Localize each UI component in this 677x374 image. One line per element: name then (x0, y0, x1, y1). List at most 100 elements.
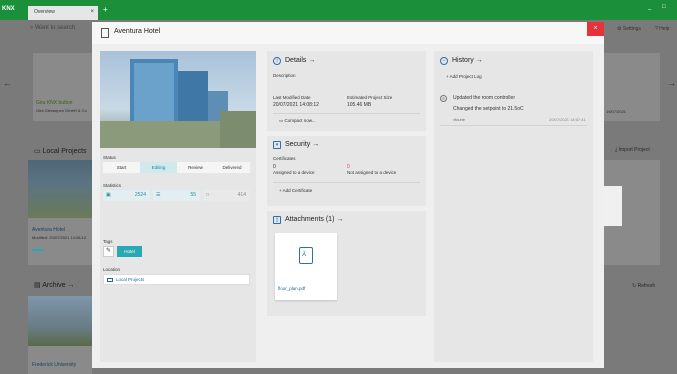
import-project-label: Import Project (618, 147, 650, 153)
title-bar: KNX Overview × + _ □ (0, 0, 677, 20)
refresh-label: Refresh (637, 283, 656, 289)
recent-card-right[interactable]: 19/07/2021 (604, 53, 660, 121)
folder-icon (107, 278, 113, 282)
details-title[interactable]: Details → (285, 57, 315, 64)
stat-other-value: 414 (237, 192, 246, 198)
statistics-row: ▣ 2524 ☰ 55 □ 414 (103, 190, 250, 201)
pdf-icon: ⅄ (299, 247, 313, 264)
local-projects-label: Local Projects (42, 148, 87, 155)
recent-card[interactable]: Gira KNX button Gira Giersiepen GmbH & C… (33, 53, 93, 121)
refresh-button[interactable]: ↻ Refresh (632, 283, 655, 289)
certificates-label: Certificates (273, 156, 296, 161)
device-icon: ▣ (106, 192, 111, 198)
location-label: Location (103, 267, 121, 272)
edit-tags-pencil-icon[interactable]: ✎ (103, 246, 114, 257)
project-thumbnail (28, 160, 92, 218)
project-card-right[interactable] (604, 160, 660, 265)
archive-card-title: Frederick University (32, 362, 77, 368)
tab-close-icon[interactable]: × (90, 9, 94, 15)
project-hero-image (100, 51, 256, 148)
project-card-accent (32, 249, 44, 251)
stat-devices: ▣ 2524 (103, 190, 150, 201)
attachments-panel: ▯ Attachments (1) → ⅄ floor_plan.pdf (267, 211, 426, 316)
project-card-sub: Modified: 20/07/2021 14:08:12 (32, 235, 87, 240)
maximize-button[interactable]: □ (662, 4, 666, 10)
settings-button[interactable]: ⚙ Settings (617, 26, 641, 32)
last-modified-value: 20/07/2021 14:08:12 (273, 102, 319, 108)
archive-label: Archive → (42, 282, 75, 289)
new-tab-button[interactable]: + (103, 6, 108, 14)
stage-editing[interactable]: Editing (140, 162, 177, 173)
add-certificate-button[interactable]: + Add Certificate (279, 188, 312, 193)
stat-group-addresses: ☰ 55 (153, 190, 200, 201)
settings-label: Settings (622, 26, 641, 32)
archive-card[interactable]: Frederick University (28, 296, 92, 374)
history-entry-date: 20/07/2021 14:07:41 (549, 117, 586, 122)
project-detail-dialog: Aventura Hotel × Status Start Editing Re… (92, 22, 604, 368)
project-size-label: Estimated Project Size (347, 95, 393, 100)
status-label: Status (103, 155, 116, 160)
last-modified-label: Last Modified Date (273, 95, 311, 100)
location-field[interactable]: Local Projects (103, 274, 250, 285)
knx-logo: KNX (2, 6, 15, 12)
search-placeholder: Want to search (35, 25, 76, 31)
project-card-aventura[interactable]: Aventura Hotel Modified: 20/07/2021 14:0… (28, 160, 92, 265)
history-entry-text: Changed the setpoint to 21.5oC (453, 106, 524, 112)
project-card-title: Aventura Hotel (32, 227, 65, 233)
help-button[interactable]: ? Help (655, 26, 669, 32)
tags-label: Tags (103, 239, 113, 244)
stage-start[interactable]: Start (103, 162, 140, 173)
tab-label: Overview (34, 9, 55, 15)
not-assigned-label: Not assigned to a device (347, 170, 397, 175)
document-icon (101, 28, 109, 38)
description-label: Description (273, 73, 296, 78)
attachments-title[interactable]: Attachments (1) → (285, 216, 343, 223)
add-project-log-button[interactable]: + Add Project Log (446, 74, 482, 79)
details-panel: i Details → Description Last Modified Da… (267, 51, 426, 131)
project-size-value: 105.46 MB (347, 102, 372, 108)
history-divider (440, 125, 587, 126)
import-project-button[interactable]: ⤓ Import Project (615, 147, 650, 153)
stat-other: □ 414 (203, 190, 250, 201)
history-entry-title: Updated the room controller (453, 95, 515, 101)
recent-card-sub: Gira Giersiepen GmbH & Co (36, 108, 87, 113)
security-title[interactable]: Security → (285, 141, 319, 148)
history-panel: − History → + Add Project Log ≡ Updated … (434, 51, 593, 362)
archive-thumbnail (28, 296, 92, 346)
attachment-filename: floor_plan.pdf (278, 286, 306, 291)
history-entry-user: vfourie (453, 117, 466, 122)
list-icon: ☰ (156, 192, 161, 198)
close-button[interactable]: × (587, 22, 604, 36)
search-bar[interactable]: ⌕ Want to search (30, 25, 75, 32)
compact-now-label: Compact now... (284, 118, 316, 123)
scroll-left-icon[interactable]: ← (3, 78, 12, 88)
stat-devices-value: 2524 (134, 192, 146, 198)
stat-ga-value: 55 (190, 192, 196, 198)
recent-card-title: Gira KNX button (36, 100, 73, 106)
tag-chip[interactable]: Hotel (117, 246, 142, 257)
archive-heading[interactable]: ▤ Archive → (34, 281, 74, 289)
archive-icon: ▤ (34, 282, 43, 289)
stage-review[interactable]: Review (177, 162, 214, 173)
assigned-label: Assigned to a device (273, 170, 315, 175)
stage-delivered[interactable]: Delivered (214, 162, 250, 173)
shield-icon: ▾ (273, 141, 281, 149)
attachment-card[interactable]: ⅄ floor_plan.pdf (275, 233, 337, 300)
project-logo-image (604, 186, 622, 226)
location-value: Local Projects (116, 277, 145, 282)
log-entry-icon: ≡ (440, 95, 447, 102)
dialog-title: Aventura Hotel (114, 28, 161, 35)
statistics-label: Statistics (103, 183, 122, 188)
box-icon: □ (206, 192, 210, 198)
details-divider (273, 113, 420, 114)
status-stepper: Start Editing Review Delivered (103, 162, 250, 173)
project-summary-column: Status Start Editing Review Delivered St… (100, 51, 256, 362)
security-divider (273, 182, 420, 183)
history-title[interactable]: History → (452, 57, 483, 64)
hotel-building-illustration (100, 59, 256, 148)
minimize-button[interactable]: _ (648, 4, 651, 10)
help-label: Help (659, 26, 670, 32)
compact-now-button[interactable]: ▭ Compact now... (279, 118, 316, 124)
tab-overview[interactable]: Overview × (28, 6, 98, 20)
scroll-right-icon[interactable]: → (667, 78, 676, 88)
